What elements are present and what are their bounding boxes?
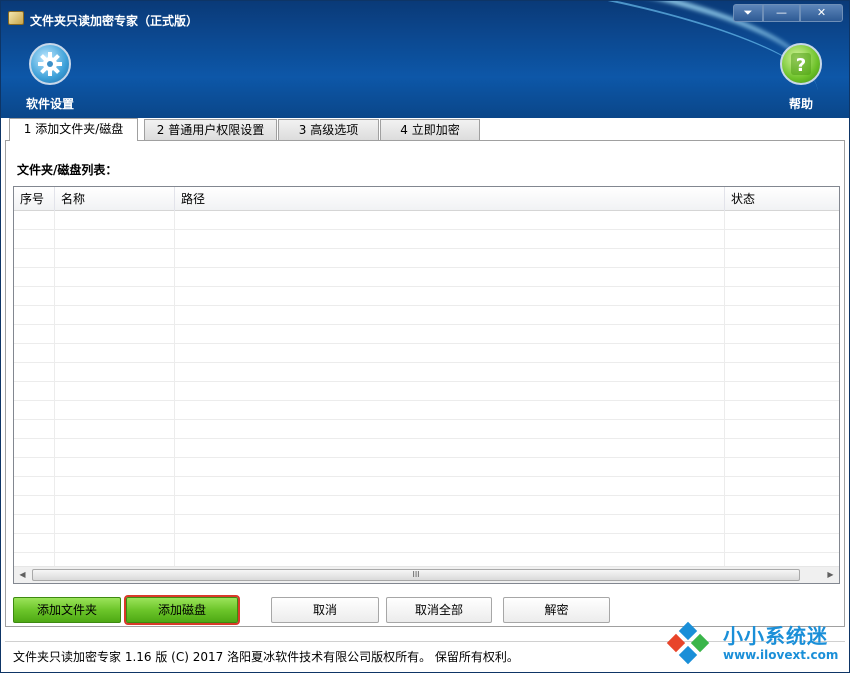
add-folder-button[interactable]: 添加文件夹	[13, 597, 121, 623]
scroll-right-arrow-icon[interactable]: ▶	[822, 567, 839, 583]
scrollbar-thumb[interactable]: III	[32, 569, 800, 581]
window-close-button[interactable]: ✕	[800, 4, 843, 22]
tab-add-folder-disk[interactable]: 1 添加文件夹/磁盘	[9, 118, 138, 141]
window-minimize-button[interactable]: —	[763, 4, 800, 22]
gear-icon-graphic	[38, 52, 62, 76]
decrypt-button[interactable]: 解密	[503, 597, 610, 623]
watermark-logo: 小小系统迷 www.ilovext.com	[661, 614, 847, 670]
diamond-logo-icon	[666, 621, 710, 665]
tab-user-permissions[interactable]: 2 普通用户权限设置	[144, 119, 277, 140]
header-banner: 文件夹只读加密专家（正式版） ⏷ — ✕ 软件设置 ? 帮助	[1, 1, 849, 118]
list-caption: 文件夹/磁盘列表：	[17, 163, 118, 177]
column-header-path[interactable]: 路径	[175, 187, 725, 211]
help-label[interactable]: 帮助	[789, 95, 813, 112]
watermark-url: www.ilovext.com	[723, 648, 839, 662]
table-header: 序号 名称 路径 状态	[14, 187, 839, 211]
gear-icon[interactable]	[29, 43, 71, 85]
folder-disk-table[interactable]: 序号 名称 路径 状态 ◀ III ▶	[13, 186, 840, 584]
column-divider	[724, 211, 725, 566]
horizontal-scrollbar[interactable]: ◀ III ▶	[14, 566, 839, 583]
cancel-button[interactable]: 取消	[271, 597, 379, 623]
window-title: 文件夹只读加密专家（正式版）	[30, 14, 199, 28]
tab-encrypt-now[interactable]: 4 立即加密	[380, 119, 480, 140]
question-mark-icon: ?	[791, 53, 811, 76]
tab-advanced-options[interactable]: 3 高级选项	[278, 119, 379, 140]
column-header-index[interactable]: 序号	[14, 187, 55, 211]
app-window: 文件夹只读加密专家（正式版） ⏷ — ✕ 软件设置 ? 帮助 1 添加文件夹/磁…	[0, 0, 850, 673]
svg-text:?: ?	[796, 55, 806, 76]
cancel-all-button[interactable]: 取消全部	[386, 597, 492, 623]
column-divider	[174, 211, 175, 566]
app-logo-icon	[8, 11, 24, 25]
window-menu-button[interactable]: ⏷	[733, 4, 763, 22]
scroll-left-arrow-icon[interactable]: ◀	[14, 567, 31, 583]
column-header-status[interactable]: 状态	[725, 187, 839, 211]
column-header-name[interactable]: 名称	[55, 187, 175, 211]
help-icon[interactable]: ?	[780, 43, 822, 85]
watermark-title: 小小系统迷	[723, 624, 828, 648]
tab-strip: 1 添加文件夹/磁盘 2 普通用户权限设置 3 高级选项 4 立即加密	[9, 118, 849, 141]
add-disk-button[interactable]: 添加磁盘	[124, 595, 240, 625]
table-body[interactable]	[14, 211, 839, 566]
settings-label[interactable]: 软件设置	[26, 95, 74, 112]
column-divider	[54, 211, 55, 566]
